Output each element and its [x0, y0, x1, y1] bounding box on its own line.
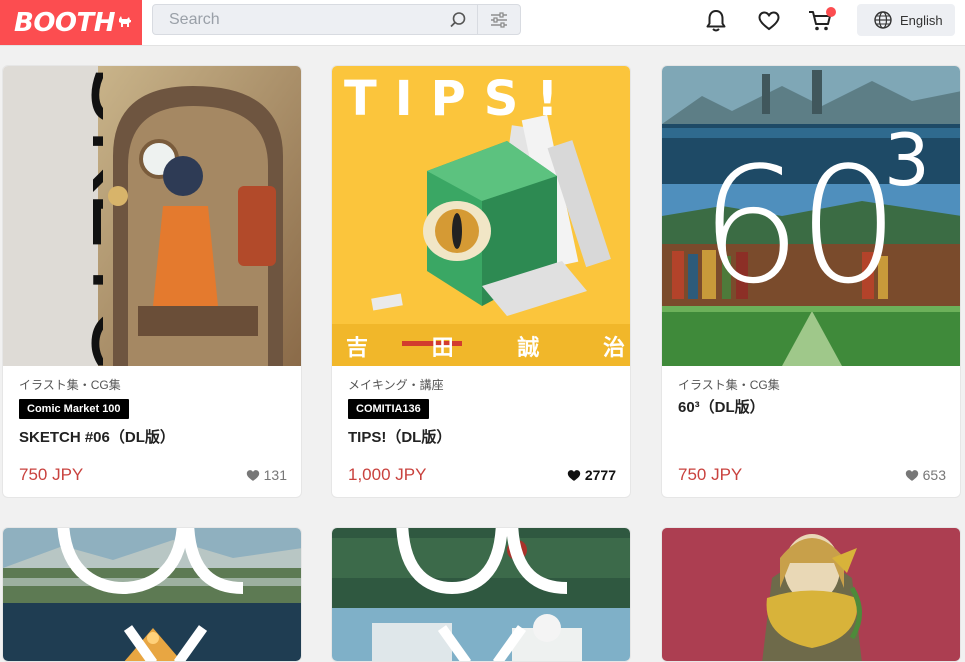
- like-count: 131: [263, 467, 287, 483]
- heart-icon: [905, 469, 918, 481]
- booth-logo[interactable]: BOOTH: [0, 0, 142, 45]
- like-count: 2777: [584, 467, 616, 483]
- product-card[interactable]: [661, 527, 961, 662]
- cart-badge: [826, 7, 836, 17]
- event-tag[interactable]: Comic Market 100: [19, 399, 129, 419]
- product-card[interactable]: SKETCH イラスト集・CG集 Comic Market 100 SKETCH…: [2, 65, 302, 498]
- language-label: English: [900, 12, 943, 28]
- cover-title: SKETCH: [70, 66, 103, 366]
- filter-icon[interactable]: [489, 11, 509, 29]
- like-button[interactable]: 2777: [567, 467, 616, 483]
- product-price: 750 JPY: [678, 465, 743, 484]
- like-count: 653: [922, 467, 946, 483]
- globe-icon: [874, 11, 892, 29]
- bell-icon[interactable]: [703, 8, 729, 34]
- cover-title: 60: [700, 132, 900, 319]
- product-title[interactable]: 60³（DL版）: [678, 396, 765, 417]
- product-price: 1,000 JPY: [348, 465, 427, 484]
- heart-icon[interactable]: [756, 8, 782, 34]
- product-image[interactable]: 60 3: [662, 66, 960, 366]
- event-tag[interactable]: COMITIA136: [348, 399, 429, 419]
- cover-author-art: 吉 田 誠 治: [346, 330, 626, 362]
- product-card[interactable]: TIPS! 吉 田 誠 治 メイキング・講座 COMITIA136 TIPS!（…: [331, 65, 631, 498]
- product-card[interactable]: [2, 527, 302, 662]
- product-image[interactable]: SKETCH: [3, 66, 301, 366]
- product-image[interactable]: [332, 528, 630, 661]
- search-divider: [477, 5, 478, 34]
- product-category[interactable]: イラスト集・CG集: [678, 376, 780, 393]
- logo-text: BOOTH: [14, 7, 116, 38]
- like-button[interactable]: 131: [246, 467, 287, 483]
- product-title[interactable]: SKETCH #06（DL版）: [19, 426, 175, 447]
- search-input[interactable]: [153, 5, 471, 34]
- cover-author: 吉 田 誠 治: [346, 336, 631, 361]
- product-category[interactable]: メイキング・講座: [348, 376, 444, 393]
- cover-title-art: 60: [700, 146, 900, 306]
- heart-icon: [567, 469, 581, 481]
- cover-title-art: TIPS!: [344, 71, 624, 127]
- product-image[interactable]: [3, 528, 301, 661]
- product-image[interactable]: TIPS! 吉 田 誠 治: [332, 66, 630, 366]
- search-box: [152, 4, 521, 35]
- cover-title: TIPS!: [344, 71, 577, 127]
- dog-icon: [118, 14, 132, 32]
- product-card[interactable]: 60 3 イラスト集・CG集 60³（DL版） 750 JPY 653: [661, 65, 961, 498]
- product-title[interactable]: TIPS!（DL版）: [348, 426, 451, 447]
- cover-title-art: SKETCH: [70, 66, 103, 366]
- cover-sup: 3: [884, 118, 930, 202]
- product-price: 750 JPY: [19, 465, 84, 484]
- cover-sup-art: 3: [884, 124, 930, 196]
- product-card[interactable]: [331, 527, 631, 662]
- search-icon[interactable]: [449, 11, 467, 29]
- product-image[interactable]: [662, 528, 960, 661]
- like-button[interactable]: 653: [905, 467, 946, 483]
- product-category[interactable]: イラスト集・CG集: [19, 376, 121, 393]
- language-switcher[interactable]: English: [857, 4, 955, 36]
- site-header: BOOTH Search English: [0, 0, 965, 46]
- heart-icon: [246, 469, 259, 481]
